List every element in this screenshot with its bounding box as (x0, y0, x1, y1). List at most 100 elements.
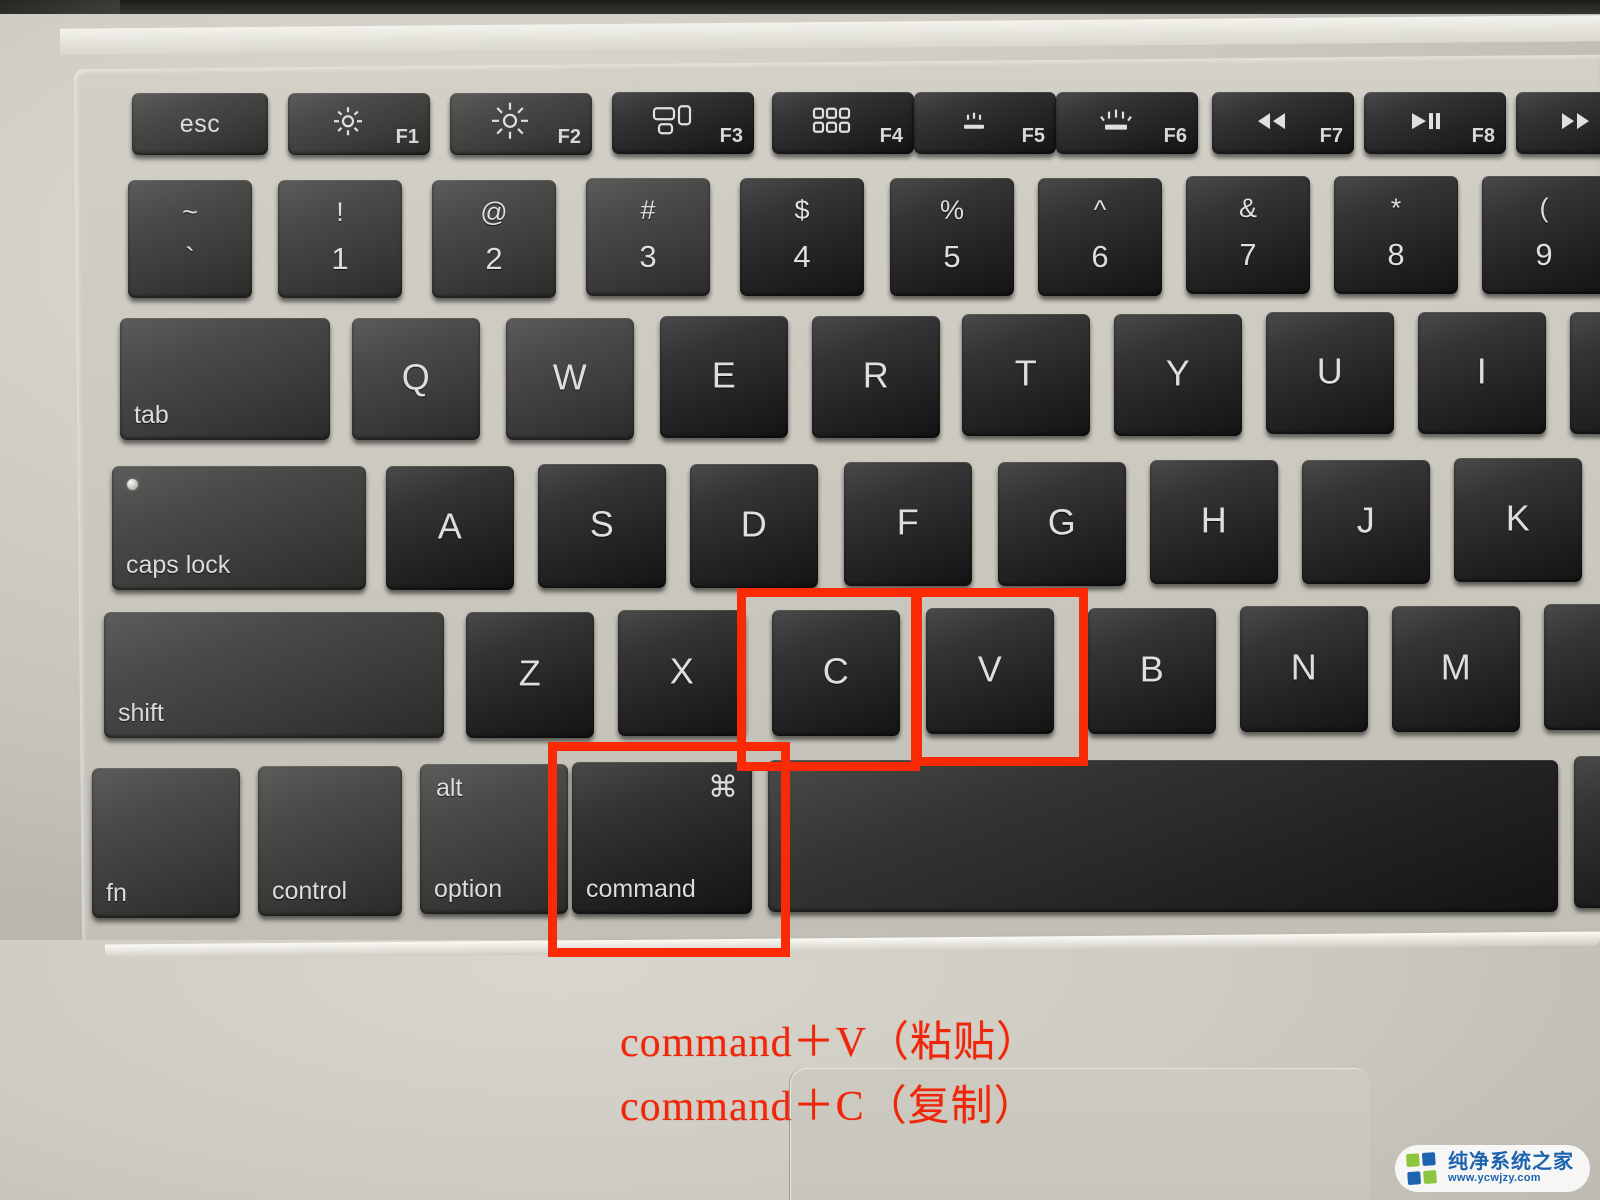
key-k-label: K (1505, 497, 1531, 539)
key-9-label: 9 (1535, 237, 1553, 273)
key-1[interactable]: ! 1 (278, 180, 402, 298)
caps-lock-led-icon (127, 479, 138, 490)
key-8-shift-label: * (1390, 192, 1402, 223)
key-3-label: 3 (639, 239, 657, 275)
key-f7[interactable]: F7 (1212, 92, 1354, 154)
key-b[interactable]: B (1088, 608, 1216, 734)
fast-forward-icon (1516, 109, 1600, 133)
key-tab[interactable]: tab (120, 318, 330, 440)
key-c[interactable]: C (772, 610, 900, 736)
key-5[interactable]: % 5 (890, 178, 1014, 296)
key-d-label: D (740, 503, 768, 545)
key-backtick-label: ` (184, 241, 196, 277)
key-e-label: E (711, 354, 737, 396)
key-v-label: V (977, 648, 1003, 690)
key-6[interactable]: ^ 6 (1038, 178, 1162, 296)
key-8-label: 8 (1387, 237, 1405, 273)
key-u[interactable]: U (1266, 312, 1394, 434)
key-r[interactable]: R (812, 316, 940, 438)
key-5-label: 5 (943, 239, 961, 275)
key-3[interactable]: # 3 (586, 178, 710, 296)
key-a[interactable]: A (386, 466, 514, 590)
key-9[interactable]: ( 9 (1482, 176, 1600, 294)
key-q[interactable]: Q (352, 318, 480, 440)
key-f4[interactable]: F4 (772, 92, 914, 154)
key-u-label: U (1316, 350, 1344, 392)
key-comma-label: , (1544, 644, 1600, 686)
note-copy-shortcut: command＋C（复制） (620, 1084, 1037, 1130)
key-f9[interactable] (1516, 92, 1600, 154)
command-symbol-icon: ⌘ (708, 771, 738, 804)
key-g[interactable]: G (998, 462, 1126, 586)
key-f6[interactable]: F6 (1056, 92, 1198, 154)
watermark-logo-icon (1405, 1151, 1440, 1186)
key-f5[interactable]: F5 (914, 92, 1056, 154)
key-g-label: G (1047, 501, 1077, 543)
key-f2[interactable]: F2 (450, 93, 592, 155)
key-f3[interactable]: F3 (612, 92, 754, 154)
key-n-label: N (1290, 646, 1318, 688)
key-command-right[interactable] (1574, 756, 1600, 908)
key-v[interactable]: V (926, 608, 1054, 734)
key-4-label: 4 (793, 239, 811, 275)
key-f-label: F (896, 501, 920, 543)
key-t[interactable]: T (962, 314, 1090, 436)
key-caps-lock[interactable]: caps lock (112, 466, 366, 590)
key-backtick[interactable]: ~ ` (128, 180, 252, 298)
key-x[interactable]: X (618, 610, 746, 736)
watermark: 纯净系统之家 www.ycwjzy.com (1395, 1145, 1590, 1192)
key-tab-label: tab (134, 401, 169, 429)
key-w[interactable]: W (506, 318, 634, 440)
key-option[interactable]: alt option (420, 764, 568, 914)
key-m[interactable]: M (1392, 606, 1520, 732)
key-a-label: A (437, 505, 463, 547)
watermark-site-url: www.ycwjzy.com (1448, 1172, 1541, 1185)
key-3-shift-label: # (640, 194, 656, 225)
watermark-text: 纯净系统之家 www.ycwjzy.com (1448, 1152, 1574, 1185)
key-8[interactable]: * 8 (1334, 176, 1458, 294)
key-e[interactable]: E (660, 316, 788, 438)
key-i[interactable]: I (1418, 312, 1546, 434)
key-7[interactable]: & 7 (1186, 176, 1310, 294)
key-space[interactable] (768, 760, 1558, 912)
key-f7-fn-label: F7 (1319, 125, 1343, 147)
key-shift-left[interactable]: shift (104, 612, 444, 738)
key-w-label: W (552, 356, 588, 398)
key-s-label: S (589, 503, 615, 545)
key-comma[interactable]: , (1544, 604, 1600, 730)
key-k[interactable]: K (1454, 458, 1582, 582)
key-esc[interactable]: esc (132, 93, 268, 155)
key-j[interactable]: J (1302, 460, 1430, 584)
key-n[interactable]: N (1240, 606, 1368, 732)
key-option-label: option (434, 875, 503, 903)
key-z[interactable]: Z (466, 612, 594, 738)
key-9-shift-label: ( (1539, 192, 1549, 223)
key-m-label: M (1440, 646, 1472, 688)
key-y[interactable]: Y (1114, 314, 1242, 436)
brightness-down-icon (288, 104, 408, 138)
key-f1[interactable]: F1 (288, 93, 430, 155)
key-b-label: B (1139, 648, 1165, 690)
key-h[interactable]: H (1150, 460, 1278, 584)
play-pause-icon (1364, 109, 1484, 133)
keyboard-backlight-up-icon (1056, 106, 1176, 136)
key-y-label: Y (1165, 352, 1191, 394)
watermark-site-name: 纯净系统之家 (1448, 1151, 1574, 1174)
key-command[interactable]: ⌘ command (572, 762, 752, 914)
key-d[interactable]: D (690, 464, 818, 588)
key-f8[interactable]: F8 (1364, 92, 1506, 154)
key-f[interactable]: F (844, 462, 972, 586)
key-f3-fn-label: F3 (719, 125, 743, 147)
key-4[interactable]: $ 4 (740, 178, 864, 296)
key-2-shift-label: @ (480, 196, 508, 227)
key-fn-label: fn (106, 879, 127, 907)
key-command-label: command (586, 875, 696, 903)
keyboard-photo: esc F1 F2 F3 F4 F5 F6 F7 F8 ~ ` ! 1 @ 2 … (0, 0, 1600, 1200)
key-o[interactable]: O (1570, 312, 1600, 434)
key-f2-fn-label: F2 (557, 126, 581, 148)
key-x-label: X (669, 650, 695, 692)
key-s[interactable]: S (538, 464, 666, 588)
key-fn[interactable]: fn (92, 768, 240, 918)
key-control[interactable]: control (258, 766, 402, 916)
key-2[interactable]: @ 2 (432, 180, 556, 298)
